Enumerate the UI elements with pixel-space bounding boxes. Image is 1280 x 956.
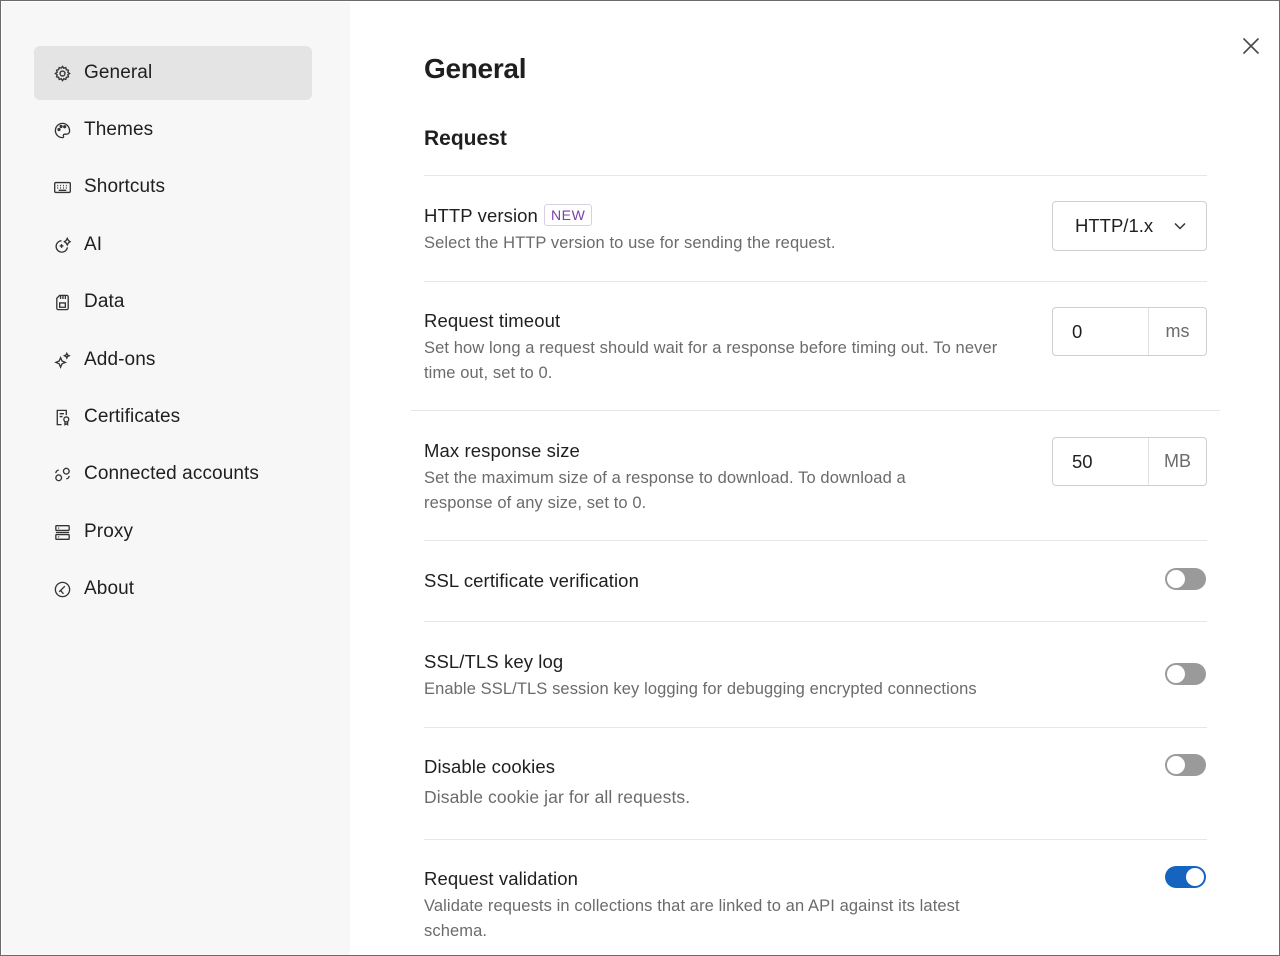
- sidebar-item-ai[interactable]: AI: [34, 218, 312, 272]
- divider: [424, 839, 1207, 840]
- http-version-setting: HTTP version NEW: [424, 204, 593, 227]
- setting-description: Set how long a request should wait for a…: [424, 339, 998, 382]
- sidebar-item-label: Certificates: [84, 406, 181, 427]
- connected-accounts-icon: [52, 464, 72, 484]
- certificate-icon: [52, 407, 72, 427]
- chevron-down-icon: [1174, 222, 1186, 230]
- setting-title: HTTP version: [424, 205, 538, 226]
- new-badge: NEW: [543, 204, 593, 226]
- disable-cookies-toggle[interactable]: [1165, 754, 1206, 776]
- setting-title: SSL/TLS key log: [424, 651, 564, 672]
- section-title: Request: [424, 127, 507, 150]
- setting-title: Request timeout: [424, 310, 561, 331]
- save-disk-icon: [52, 292, 72, 312]
- divider: [424, 175, 1207, 176]
- toggle-knob: [1167, 665, 1185, 683]
- request-timeout-field: ms: [1052, 307, 1207, 356]
- page-title: General: [424, 53, 527, 84]
- unit-label: ms: [1148, 308, 1206, 355]
- close-button[interactable]: [1239, 34, 1263, 58]
- gear-icon: [52, 63, 72, 83]
- request-timeout-input[interactable]: [1053, 308, 1148, 355]
- sidebar-item-connected-accounts[interactable]: Connected accounts: [34, 447, 312, 501]
- settings-dialog: General Themes Shortcuts AI Data Add-ons…: [0, 0, 1280, 956]
- close-icon: [1242, 37, 1260, 55]
- divider: [424, 540, 1207, 541]
- divider: [424, 281, 1207, 282]
- setting-description: Select the HTTP version to use for sendi…: [424, 234, 836, 252]
- sidebar-item-label: Shortcuts: [84, 176, 166, 197]
- toggle-knob: [1167, 756, 1185, 774]
- request-validation-toggle[interactable]: [1165, 866, 1206, 888]
- setting-description: Validate requests in collections that ar…: [424, 897, 960, 940]
- unit-label: MB: [1148, 438, 1206, 485]
- settings-sidebar: General Themes Shortcuts AI Data Add-ons…: [2, 2, 350, 955]
- sidebar-item-about[interactable]: About: [34, 562, 312, 616]
- http-version-select[interactable]: HTTP/1.x: [1052, 201, 1207, 251]
- ai-sparkle-icon: [52, 235, 72, 255]
- sidebar-item-label: General: [84, 62, 153, 83]
- divider: [424, 727, 1207, 728]
- divider: [411, 410, 1220, 411]
- setting-description: Enable SSL/TLS session key logging for d…: [424, 680, 977, 698]
- setting-title: Max response size: [424, 440, 580, 461]
- setting-description: Disable cookie jar for all requests.: [424, 787, 691, 807]
- setting-title: Disable cookies: [424, 756, 556, 777]
- sidebar-item-general[interactable]: General: [34, 46, 312, 100]
- divider: [424, 621, 1207, 622]
- about-logo-icon: [52, 579, 72, 599]
- sidebar-item-label: About: [84, 578, 135, 599]
- ssl-verification-toggle[interactable]: [1165, 568, 1206, 590]
- setting-title: Request validation: [424, 868, 579, 889]
- sidebar-item-label: Connected accounts: [84, 463, 260, 484]
- palette-icon: [52, 120, 72, 140]
- sidebar-item-shortcuts[interactable]: Shortcuts: [34, 160, 312, 214]
- server-icon: [52, 522, 72, 542]
- max-response-size-input[interactable]: [1053, 438, 1148, 485]
- sidebar-item-label: Themes: [84, 119, 154, 140]
- ssl-key-log-toggle[interactable]: [1165, 663, 1206, 685]
- toggle-knob: [1167, 570, 1185, 588]
- sidebar-item-label: Add-ons: [84, 349, 156, 370]
- sidebar-item-proxy[interactable]: Proxy: [34, 505, 312, 559]
- sidebar-item-data[interactable]: Data: [34, 275, 312, 329]
- sidebar-item-themes[interactable]: Themes: [34, 103, 312, 157]
- keyboard-icon: [52, 177, 72, 197]
- setting-title: SSL certificate verification: [424, 570, 639, 591]
- sidebar-item-label: AI: [84, 234, 103, 255]
- sidebar-item-certificates[interactable]: Certificates: [34, 390, 312, 444]
- sidebar-item-label: Data: [84, 291, 125, 312]
- toggle-knob: [1186, 868, 1204, 886]
- max-response-size-field: MB: [1052, 437, 1207, 486]
- setting-description: Set the maximum size of a response to do…: [424, 469, 906, 512]
- sidebar-item-add-ons[interactable]: Add-ons: [34, 333, 312, 387]
- selected-value: HTTP/1.x: [1075, 215, 1154, 236]
- sidebar-item-label: Proxy: [84, 521, 134, 542]
- sparkle-icon: [52, 350, 72, 370]
